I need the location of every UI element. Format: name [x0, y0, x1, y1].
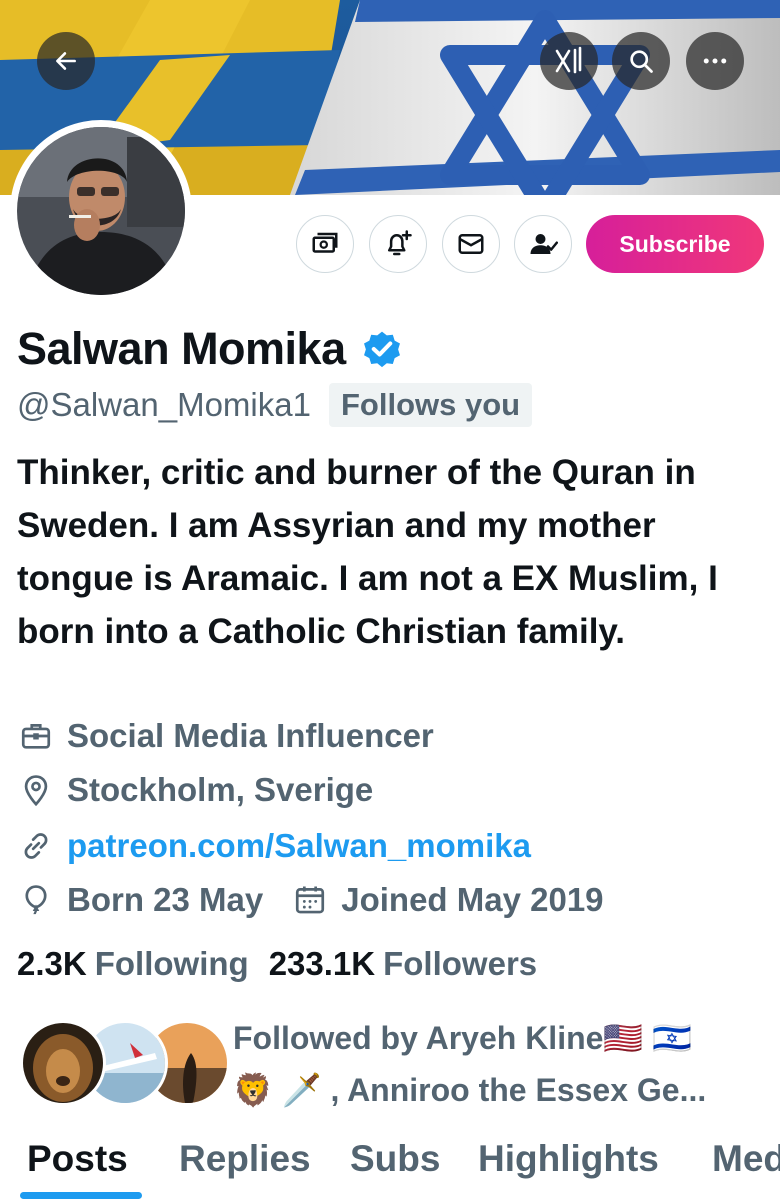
- message-button[interactable]: [442, 215, 500, 273]
- profile-bio: Thinker, critic and burner of the Quran …: [17, 453, 718, 651]
- tab-posts[interactable]: Posts: [27, 1138, 128, 1180]
- followed-by-text[interactable]: Followed by Aryeh Kline🇺🇸 🇮🇱 🦁 🗡️ , Anni…: [233, 1012, 763, 1116]
- followers-stat[interactable]: 233.1K Followers: [269, 945, 537, 983]
- handle-row: @Salwan_Momika1 Follows you: [17, 380, 533, 430]
- following-count: 2.3K: [17, 945, 87, 982]
- birthday-text: Born 23 May: [67, 881, 264, 918]
- more-horizontal-icon: [703, 58, 727, 64]
- avatar-photo: [17, 127, 185, 295]
- following-button[interactable]: [514, 215, 572, 273]
- location-text: Stockholm, Sverige: [67, 771, 374, 808]
- grok-button[interactable]: [540, 32, 598, 90]
- followers-label: Followers: [383, 945, 538, 982]
- profession-text: Social Media Influencer: [67, 717, 434, 754]
- display-name: Salwan Momika: [17, 323, 346, 374]
- tip-button[interactable]: [296, 215, 354, 273]
- followed-by-avatars[interactable]: [20, 1020, 230, 1108]
- followed-by-line-2: 🦁 🗡️ , Anniroo the Essex Ge...: [233, 1072, 707, 1108]
- followers-count: 233.1K: [268, 945, 376, 982]
- joined-text: Joined May 2019: [341, 881, 604, 918]
- display-name-row: Salwan Momika: [17, 318, 404, 380]
- tab-highlights[interactable]: Highlights: [478, 1138, 659, 1180]
- follower-avatar-1: [20, 1020, 106, 1106]
- location-pin-icon: [17, 771, 55, 809]
- active-tab-indicator: [20, 1192, 142, 1199]
- tab-subs[interactable]: Subs: [350, 1138, 440, 1180]
- more-button[interactable]: [686, 32, 744, 90]
- money-icon: [312, 232, 338, 253]
- following-stat[interactable]: 2.3K Following: [17, 945, 249, 983]
- following-label: Following: [94, 945, 249, 982]
- bell-plus-icon: [388, 230, 412, 256]
- user-handle: @Salwan_Momika1: [17, 386, 311, 423]
- tab-replies[interactable]: Replies: [179, 1138, 311, 1180]
- tab-media[interactable]: Media: [712, 1138, 780, 1180]
- location-row: Stockholm, Sverige: [17, 766, 373, 814]
- balloon-icon: [17, 881, 55, 919]
- grok-icon: [555, 46, 582, 74]
- arrow-left-icon: [56, 52, 76, 70]
- person-check-icon: [530, 234, 558, 254]
- subscribe-button[interactable]: Subscribe: [586, 215, 764, 273]
- followed-by-line-1: Followed by Aryeh Kline🇺🇸 🇮🇱: [233, 1020, 692, 1056]
- verified-badge-icon[interactable]: [360, 327, 404, 371]
- follow-stats: 2.3K Following 233.1K Followers: [17, 940, 537, 988]
- profile-tabs: Posts Replies Subs Highlights Media: [0, 1132, 780, 1200]
- dates-row: Born 23 May Joined May 2019: [17, 876, 604, 924]
- mail-icon: [458, 234, 484, 254]
- link-icon: [17, 827, 55, 865]
- search-icon: [630, 50, 653, 73]
- profile-avatar[interactable]: [10, 120, 192, 302]
- website-row[interactable]: patreon.com/Salwan_momika: [17, 822, 531, 870]
- back-button[interactable]: [37, 32, 95, 90]
- follows-you-badge: Follows you: [328, 383, 533, 427]
- briefcase-icon: [17, 717, 55, 755]
- website-link[interactable]: patreon.com/Salwan_momika: [67, 827, 531, 865]
- search-button[interactable]: [612, 32, 670, 90]
- notifications-button[interactable]: [369, 215, 427, 273]
- calendar-icon: [291, 881, 329, 919]
- profession-row: Social Media Influencer: [17, 712, 434, 760]
